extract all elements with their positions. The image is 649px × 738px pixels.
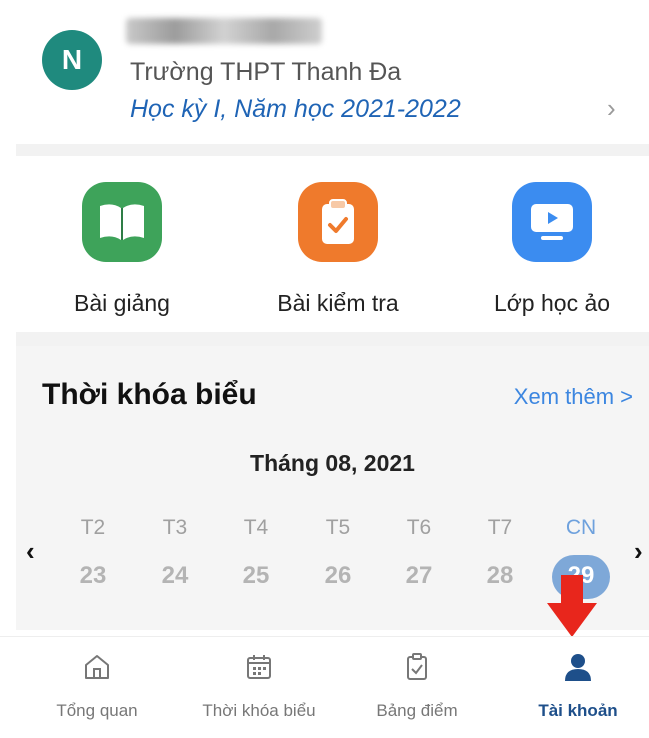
month-label: Tháng 08, 2021 (250, 450, 415, 476)
feature-lectures[interactable]: Bài giảng (22, 182, 222, 317)
nav-label: Tổng quan (56, 701, 138, 720)
red-down-arrow-icon (547, 575, 597, 637)
nav-overview[interactable]: Tổng quan (16, 647, 178, 721)
section-divider (16, 332, 649, 346)
chevron-right-icon[interactable]: › (607, 93, 616, 124)
timetable-title: Thời khóa biểu (42, 378, 257, 411)
avatar: N (42, 30, 102, 90)
day-name: T6 (406, 516, 432, 539)
feature-tests[interactable]: Bài kiểm tra (238, 182, 438, 317)
feature-tests-label: Bài kiểm tra (277, 290, 399, 316)
day-t5[interactable]: T5 26 (308, 516, 368, 596)
nav-label: Tài khoản (538, 701, 618, 720)
school-name: Trường THPT Thanh Đa (130, 58, 402, 86)
profile-header[interactable]: N Trường THPT Thanh Đa Học kỳ I, Năm học… (0, 0, 649, 140)
nav-timetable[interactable]: Thời khóa biểu (178, 647, 340, 721)
day-name: T4 (243, 516, 269, 539)
day-number: 27 (405, 562, 433, 589)
day-t7[interactable]: T7 28 (470, 516, 530, 596)
home-icon (16, 647, 178, 687)
book-icon (82, 182, 162, 262)
feature-virtual-class[interactable]: Lớp học ảo (452, 182, 649, 317)
nav-account[interactable]: Tài khoản (497, 647, 649, 721)
day-number: 25 (242, 562, 270, 589)
blurred-student-name (126, 18, 322, 44)
prev-week-button[interactable]: ‹ (26, 536, 35, 567)
day-number: 23 (79, 562, 107, 589)
calendar-icon (178, 647, 340, 687)
feature-lectures-label: Bài giảng (74, 290, 170, 316)
nav-label: Thời khóa biểu (202, 701, 316, 720)
day-number: 26 (324, 562, 352, 589)
user-icon (497, 647, 649, 687)
nav-label: Bảng điểm (376, 701, 458, 720)
day-name: T5 (325, 516, 351, 539)
day-name: CN (565, 516, 597, 539)
day-name: T3 (162, 516, 188, 539)
day-t6[interactable]: T6 27 (389, 516, 449, 596)
day-t4[interactable]: T4 25 (226, 516, 286, 596)
day-name: T2 (80, 516, 106, 539)
nav-grades[interactable]: Bảng điểm (336, 647, 498, 721)
day-t2[interactable]: T2 23 (63, 516, 123, 596)
clipboard-check-icon (298, 182, 378, 262)
next-week-button[interactable]: › (634, 536, 643, 567)
section-divider (16, 144, 649, 156)
day-name: T7 (487, 516, 513, 539)
clipboard-icon (336, 647, 498, 687)
school-term: Học kỳ I, Năm học 2021-2022 (130, 95, 461, 123)
day-number: 24 (161, 562, 189, 589)
see-more-link[interactable]: Xem thêm > (514, 384, 633, 410)
feature-shortcuts: Bài giảng Bài kiểm tra Lớp học ảo (0, 160, 649, 330)
bottom-navigation: Tổng quan Thời khóa biểu Bảng điểm Tài k… (0, 636, 649, 738)
day-t3[interactable]: T3 24 (145, 516, 205, 596)
day-number: 28 (486, 562, 514, 589)
video-screen-icon (512, 182, 592, 262)
feature-virtual-class-label: Lớp học ảo (493, 290, 611, 316)
